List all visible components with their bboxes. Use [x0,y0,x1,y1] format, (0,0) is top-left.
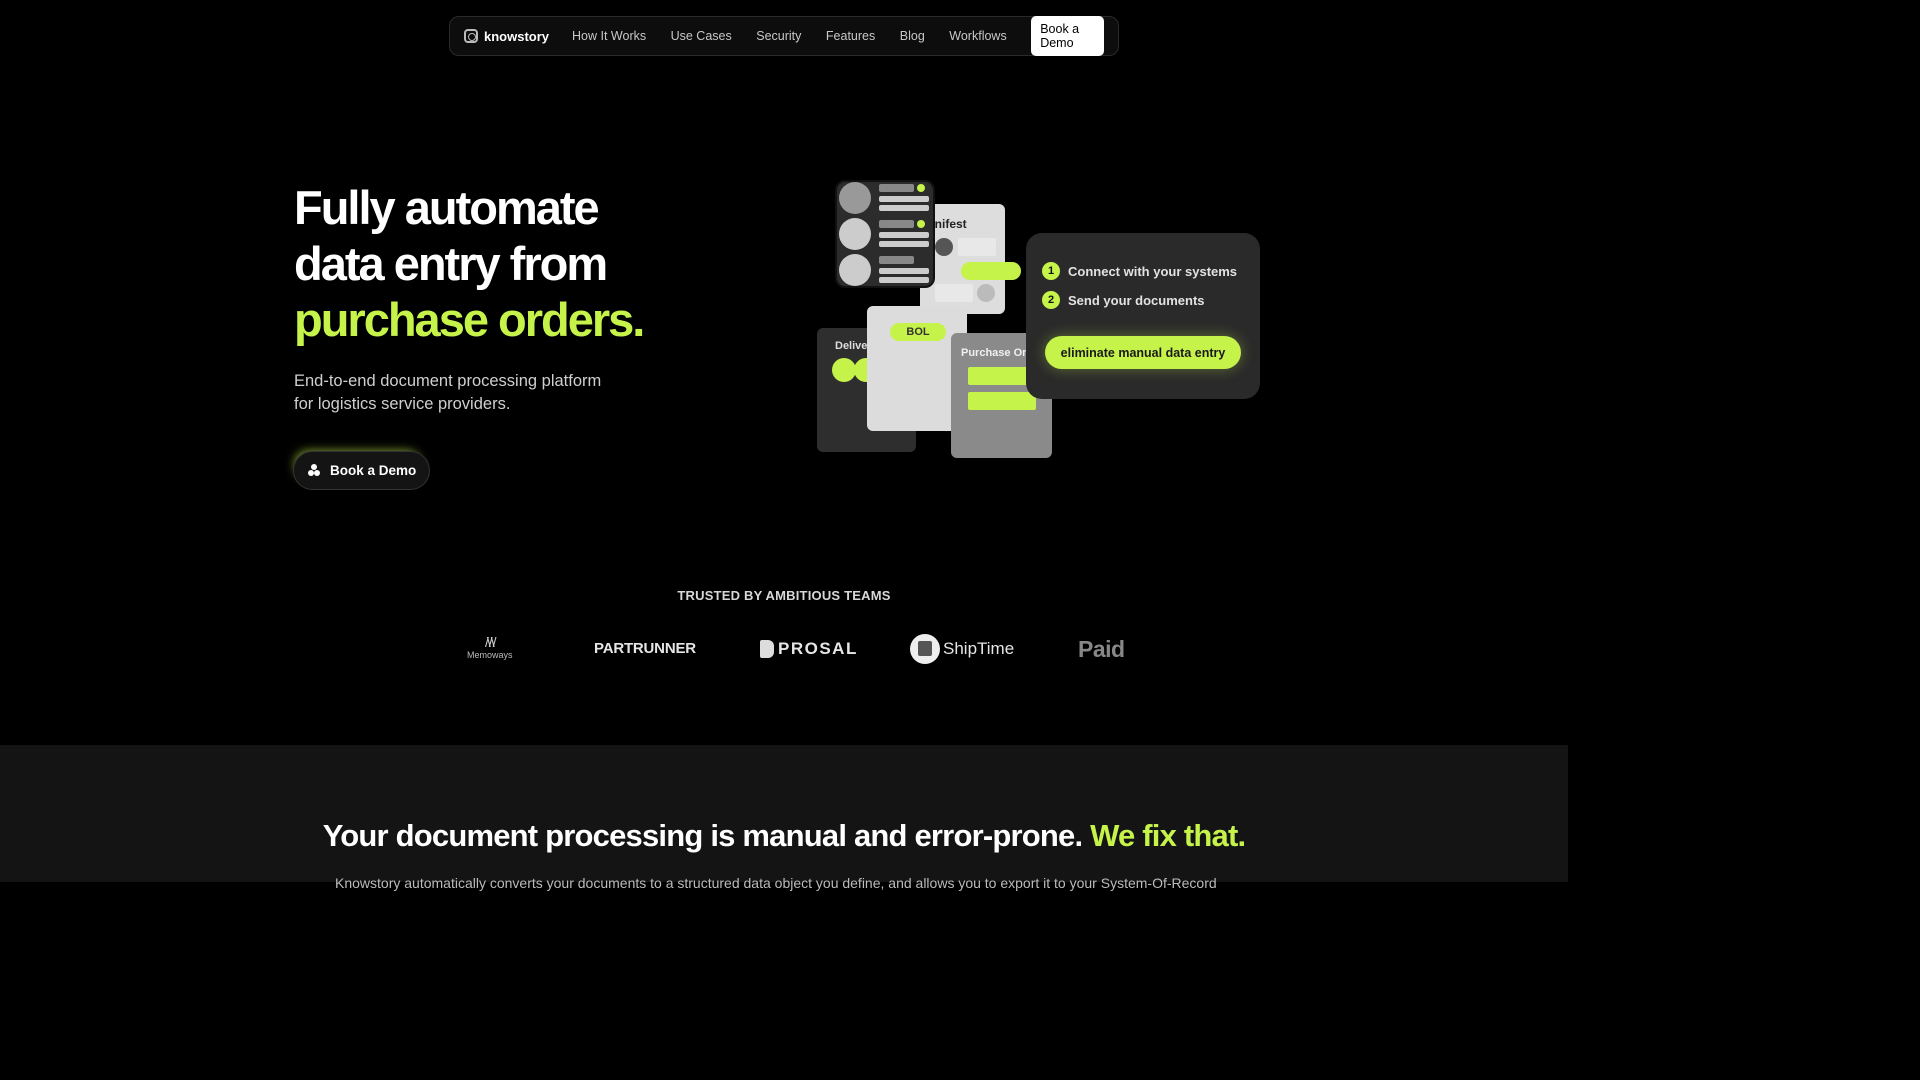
shiptime-logo-text: ShipTime [943,639,1015,658]
partrunner-logo: PARTRUNNER [594,640,696,657]
line-placeholder [879,232,929,238]
shiptime-box-icon [910,634,940,664]
hero-title-accent: purchase orders. [294,293,645,346]
knowstory-logo-icon [464,29,478,43]
dot-icon [917,184,925,192]
field-placeholder [935,284,973,302]
problem-section-title: Your document processing is manual and e… [0,818,1568,854]
hero-book-demo-button[interactable]: Book a Demo [293,451,430,490]
hero-title-line2: data entry from [294,237,608,290]
hero-title-line1: Fully automate [294,181,600,234]
nav-link-how-it-works[interactable]: How It Works [572,29,646,43]
step-item: 2 Send your documents [1042,291,1205,309]
delivery-card-label: Delive [835,340,868,352]
line-placeholder [879,277,929,283]
line-placeholder [879,196,929,202]
line-placeholder [879,241,929,247]
problem-section: Your document processing is manual and e… [0,745,1568,891]
knowstory-cluster-icon [308,464,321,477]
step-label: Send your documents [1068,292,1205,308]
line-placeholder [879,268,929,274]
problem-section-text: Knowstory automatically converts your do… [335,875,1217,891]
steps-panel: 1 Connect with your systems 2 Send your … [1026,233,1260,399]
step-number: 2 [1042,291,1060,309]
eliminate-data-entry-button[interactable]: eliminate manual data entry [1045,336,1241,369]
problem-title-main: Your document processing is manual and e… [322,818,1083,853]
hero-cta-label: Book a Demo [330,463,417,478]
paid-logo-text: Paid [1078,636,1125,662]
line-placeholder [879,184,914,192]
top-nav: knowstory How It Works Use Cases Securit… [449,16,1119,56]
brand-name: knowstory [484,28,550,44]
avatar-placeholder [839,218,871,250]
hero-subtitle: End-to-end document processing platform … [294,370,654,416]
step-item: 1 Connect with your systems [1042,262,1237,280]
line-placeholder [879,205,929,211]
nav-book-demo-button[interactable]: Book a Demo [1031,16,1104,56]
nav-link-use-cases[interactable]: Use Cases [671,29,732,43]
nav-link-blog[interactable]: Blog [900,29,925,43]
avatar-placeholder [839,254,871,286]
hero-subtitle-line2: for logistics service providers. [294,395,511,413]
circle-icon [935,238,953,256]
field-placeholder [958,238,996,256]
partrunner-logo-text: PARTRUNNER [594,640,696,657]
bol-card-label: BOL [890,323,946,341]
brand-logo[interactable]: knowstory [464,29,549,44]
trusted-heading: TRUSTED BY AMBITIOUS TEAMS [677,588,891,603]
step-number: 1 [1042,262,1060,280]
nav-link-workflows[interactable]: Workflows [949,29,1006,43]
prosal-mark-icon [760,640,774,658]
field-highlight [968,392,1036,410]
field-highlight [961,262,1021,280]
memoways-logo-text: Memoways [467,650,513,660]
dot-icon [917,220,925,228]
memoways-logo: /\/\/ Memoways [467,634,513,660]
prosal-logo-text: PROSAL [778,639,858,658]
nav-link-features[interactable]: Features [826,29,875,43]
avatar-placeholder [839,182,871,214]
hero-title: Fully automate data entry from purchase … [294,180,645,348]
line-placeholder [879,256,914,264]
paid-logo: Paid [1078,636,1125,663]
memoways-mark-icon: /\/\/ [485,634,497,650]
problem-title-accent: We fix that. [1090,818,1246,853]
prosal-logo: PROSAL [760,639,858,659]
line-placeholder [879,220,914,228]
shiptime-logo: ShipTime [910,634,1014,664]
step-label: Connect with your systems [1068,263,1238,279]
customer-logos: /\/\/ Memoways PARTRUNNER PROSAL ShipTim… [0,630,1568,670]
dot-icon [832,358,856,382]
list-card [835,180,935,288]
nav-link-security[interactable]: Security [756,29,801,43]
hero-subtitle-line1: End-to-end document processing platform [294,372,602,390]
circle-icon [977,284,995,302]
